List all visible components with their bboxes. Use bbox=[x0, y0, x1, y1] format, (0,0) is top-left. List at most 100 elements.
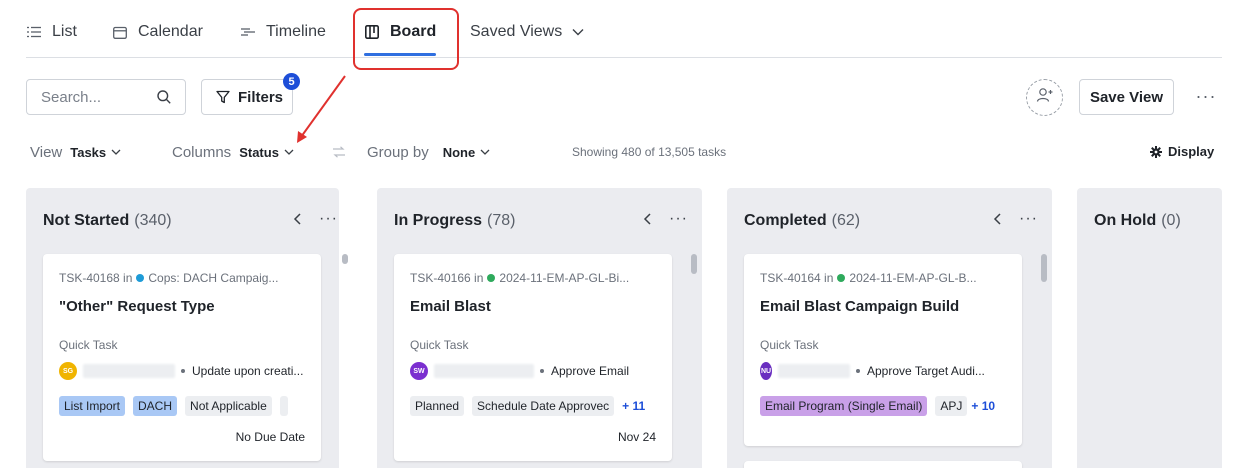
swap-icon[interactable] bbox=[331, 146, 347, 158]
display-button[interactable]: Display bbox=[1150, 144, 1214, 159]
task-title: Email Blast bbox=[410, 298, 491, 315]
tab-list-label: List bbox=[52, 23, 77, 40]
tab-calendar-label: Calendar bbox=[138, 23, 203, 40]
tabs-divider bbox=[26, 57, 1222, 58]
task-card[interactable]: TSK-40168 in Cops: DACH Campaig... "Othe… bbox=[43, 254, 321, 461]
tab-timeline-label: Timeline bbox=[266, 23, 326, 40]
list-icon bbox=[26, 24, 42, 40]
tab-list[interactable]: List bbox=[26, 20, 77, 44]
filters-button[interactable]: Filters bbox=[201, 79, 293, 115]
more-tags-link[interactable]: + 10 bbox=[971, 399, 995, 413]
tab-calendar[interactable]: Calendar bbox=[112, 20, 203, 44]
search-box[interactable] bbox=[26, 79, 186, 115]
save-view-button[interactable]: Save View bbox=[1079, 79, 1174, 115]
project-status-dot bbox=[487, 274, 496, 282]
column-tools: ··· bbox=[643, 210, 688, 228]
redacted-name bbox=[83, 364, 175, 378]
tab-saved-views-label: Saved Views bbox=[470, 23, 563, 40]
filter-icon bbox=[216, 90, 230, 104]
board-column-on-hold: On Hold (0) bbox=[1077, 188, 1222, 468]
board-column-in-progress: In Progress (78) ··· TSK-40166 in 2024-1… bbox=[377, 188, 702, 468]
column-tools: ··· bbox=[993, 210, 1038, 228]
task-tags: Email Program (Single Email) APJ + 10 bbox=[760, 396, 995, 416]
more-options-icon[interactable]: ··· bbox=[1193, 86, 1219, 106]
task-assignee: SG Update upon creati... bbox=[59, 362, 303, 380]
task-assignee: NU Approve Target Audi... bbox=[760, 362, 985, 380]
view-select[interactable]: Tasks bbox=[70, 145, 121, 160]
redacted-name bbox=[434, 364, 534, 378]
task-id: TSK-40166 in bbox=[410, 271, 484, 285]
add-user-icon bbox=[1036, 87, 1054, 108]
columns-select[interactable]: Status bbox=[239, 145, 294, 160]
column-tools: ··· bbox=[293, 210, 338, 228]
add-user-button[interactable] bbox=[1026, 79, 1063, 116]
filters-count-badge: 5 bbox=[283, 73, 300, 90]
task-step: Approve Email bbox=[551, 364, 630, 378]
collapse-column-icon[interactable] bbox=[643, 212, 653, 226]
collapse-column-icon[interactable] bbox=[293, 212, 303, 226]
calendar-icon bbox=[112, 24, 128, 40]
due-date: No Due Date bbox=[235, 430, 305, 444]
task-assignee: SW Approve Email bbox=[410, 362, 629, 380]
tag: APJ bbox=[935, 396, 968, 416]
column-more-icon[interactable]: ··· bbox=[1019, 210, 1038, 228]
column-title: In Progress bbox=[394, 212, 483, 229]
column-header: In Progress (78) bbox=[394, 212, 515, 230]
due-date: Nov 24 bbox=[617, 430, 656, 444]
chevron-down-icon bbox=[570, 24, 586, 40]
task-project[interactable]: 2024-11-EM-AP-GL-B... bbox=[849, 271, 976, 285]
task-card-next[interactable] bbox=[744, 461, 1022, 468]
columns-value: Status bbox=[239, 144, 279, 160]
gear-icon bbox=[1150, 145, 1162, 158]
column-count: (62) bbox=[831, 212, 861, 229]
tab-saved-views[interactable]: Saved Views bbox=[470, 20, 586, 44]
tab-timeline[interactable]: Timeline bbox=[240, 20, 326, 44]
search-icon[interactable] bbox=[157, 90, 171, 104]
annotation-highlight-box bbox=[353, 8, 459, 70]
tag-overflow bbox=[279, 396, 288, 416]
column-count: (340) bbox=[134, 212, 172, 229]
display-label: Display bbox=[1168, 144, 1215, 159]
task-type: Quick Task bbox=[760, 338, 819, 352]
task-id-line: TSK-40164 in 2024-11-EM-AP-GL-B... bbox=[760, 271, 1010, 285]
avatar[interactable]: NU bbox=[760, 362, 772, 380]
redacted-name bbox=[778, 364, 850, 378]
chevron-down-icon bbox=[111, 149, 121, 155]
project-status-dot bbox=[136, 274, 145, 282]
avatar[interactable]: SW bbox=[410, 362, 428, 380]
task-id-line: TSK-40166 in 2024-11-EM-AP-GL-Bi... bbox=[410, 271, 660, 285]
task-type: Quick Task bbox=[59, 338, 118, 352]
chevron-down-icon bbox=[284, 149, 294, 155]
task-step: Approve Target Audi... bbox=[867, 364, 985, 378]
tag: DACH bbox=[133, 396, 178, 416]
column-scrollbar[interactable] bbox=[342, 254, 348, 264]
tag: Schedule Date Approvec bbox=[472, 396, 615, 416]
group-by-value: None bbox=[442, 144, 476, 160]
column-header: Completed (62) bbox=[744, 212, 860, 230]
column-title: Completed bbox=[744, 212, 827, 229]
task-id-line: TSK-40168 in Cops: DACH Campaig... bbox=[59, 271, 309, 285]
task-card[interactable]: TSK-40164 in 2024-11-EM-AP-GL-B... Email… bbox=[744, 254, 1022, 446]
column-title: On Hold bbox=[1094, 212, 1157, 229]
task-title: "Other" Request Type bbox=[59, 298, 215, 315]
task-card[interactable]: TSK-40166 in 2024-11-EM-AP-GL-Bi... Emai… bbox=[394, 254, 672, 461]
view-label: View bbox=[30, 143, 63, 161]
column-more-icon[interactable]: ··· bbox=[669, 210, 688, 228]
tag: Planned bbox=[410, 396, 465, 416]
collapse-column-icon[interactable] bbox=[993, 212, 1003, 226]
group-by-select[interactable]: None bbox=[443, 145, 491, 160]
tag: List Import bbox=[59, 396, 126, 416]
task-project[interactable]: Cops: DACH Campaig... bbox=[148, 271, 278, 285]
search-input[interactable] bbox=[41, 88, 141, 106]
column-scrollbar[interactable] bbox=[691, 254, 697, 274]
columns-label: Columns bbox=[172, 143, 232, 161]
task-project[interactable]: 2024-11-EM-AP-GL-Bi... bbox=[499, 271, 629, 285]
more-tags-link[interactable]: + 11 bbox=[622, 399, 645, 413]
column-scrollbar[interactable] bbox=[1041, 254, 1047, 282]
avatar[interactable]: SG bbox=[59, 362, 77, 380]
task-count-text: Showing 480 of 13,505 tasks bbox=[572, 145, 727, 159]
separator-dot bbox=[181, 369, 185, 373]
view-option: View Tasks bbox=[30, 143, 121, 161]
column-more-icon[interactable]: ··· bbox=[319, 210, 338, 228]
group-by-label: Group by bbox=[367, 143, 429, 161]
